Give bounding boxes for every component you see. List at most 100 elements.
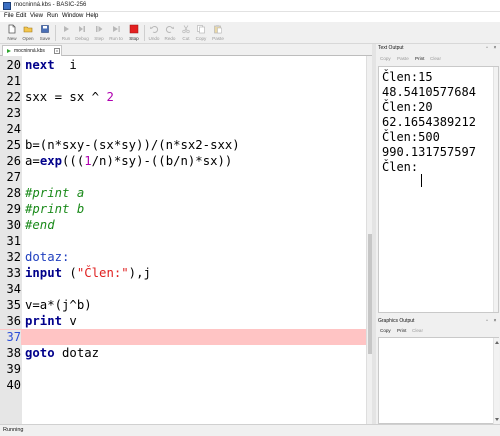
menu-edit[interactable]: Edit bbox=[16, 13, 26, 19]
new-file-icon bbox=[8, 24, 16, 34]
redo-icon bbox=[165, 25, 174, 33]
stop-button[interactable]: Stop bbox=[126, 23, 142, 43]
line-number: 29 bbox=[6, 202, 21, 216]
debug-icon bbox=[79, 26, 85, 32]
code-token: /n)*sy)-((b/n)*sx)) bbox=[91, 154, 233, 168]
graphics-output-clear[interactable]: Clear bbox=[412, 328, 423, 333]
menu-help[interactable]: Help bbox=[86, 13, 98, 19]
code-line[interactable]: 27 bbox=[0, 169, 366, 185]
panel-splitter[interactable] bbox=[372, 44, 376, 424]
graphics-output-title: Graphics Output bbox=[378, 318, 415, 324]
code-token: #print a bbox=[25, 186, 85, 200]
menu-window[interactable]: Window bbox=[62, 13, 83, 19]
line-number: 34 bbox=[6, 282, 21, 296]
code-line[interactable]: 20 next i bbox=[0, 57, 366, 73]
close-panel-icon[interactable]: × bbox=[492, 45, 498, 51]
paste-button[interactable]: Paste bbox=[210, 23, 226, 43]
output-line: Člen:15 bbox=[382, 70, 433, 84]
scroll-up-icon[interactable] bbox=[495, 341, 499, 344]
line-number: 24 bbox=[6, 122, 21, 136]
code-line[interactable]: 33 input ("Člen:"),j bbox=[0, 265, 366, 281]
line-number: 25 bbox=[6, 138, 21, 152]
text-output-paste[interactable]: Paste bbox=[397, 56, 409, 61]
menu-file[interactable]: File bbox=[4, 13, 14, 19]
text-output-clear[interactable]: Clear bbox=[430, 56, 441, 61]
graphics-output-scrollbar[interactable] bbox=[493, 338, 499, 424]
code-line[interactable]: 39 bbox=[0, 361, 366, 377]
text-cursor bbox=[421, 174, 422, 187]
code-line[interactable]: 22 sxx = sx ^ 2 bbox=[0, 89, 366, 105]
code-text: b=(n*sxy-(sx*sy))/(n*sx2-sxx) bbox=[25, 138, 240, 153]
graphics-output-area[interactable] bbox=[378, 337, 499, 424]
run-to-icon bbox=[113, 26, 120, 32]
text-output-area[interactable]: Člen:15 48.5410577684 Člen:20 62.1654389212… bbox=[378, 66, 499, 313]
code-text: #end bbox=[25, 218, 55, 233]
window-title: mocninná.kbs - BASIC-256 bbox=[14, 2, 87, 8]
save-disk-icon bbox=[41, 25, 49, 33]
current-line[interactable]: 37 bbox=[0, 329, 366, 345]
code-token: goto bbox=[25, 346, 55, 360]
menu-view[interactable]: View bbox=[30, 13, 43, 19]
output-line: 62.1654389212 bbox=[382, 115, 476, 129]
close-panel-icon[interactable]: × bbox=[492, 318, 498, 324]
code-token: dotaz: bbox=[25, 250, 70, 264]
code-line[interactable]: 24 bbox=[0, 121, 366, 137]
code-line[interactable]: 40 bbox=[0, 377, 366, 393]
code-line[interactable]: 31 bbox=[0, 233, 366, 249]
text-output-copy[interactable]: Copy bbox=[380, 56, 391, 61]
menu-run[interactable]: Run bbox=[47, 13, 58, 19]
graphics-output-toolbar: Copy Print Clear bbox=[376, 326, 500, 336]
scroll-down-icon[interactable] bbox=[495, 418, 499, 421]
code-text: v=a*(j^b) bbox=[25, 298, 92, 313]
output-line: 48.5410577684 bbox=[382, 85, 476, 99]
text-output-title: Text Output bbox=[378, 45, 404, 51]
code-token: #print b bbox=[25, 202, 85, 216]
close-icon[interactable]: x bbox=[54, 48, 60, 54]
text-output-header: Text Output ▫ × bbox=[376, 44, 500, 53]
graphics-output-copy[interactable]: Copy bbox=[380, 328, 391, 333]
code-line[interactable]: 29 #print b bbox=[0, 201, 366, 217]
stop-icon bbox=[129, 24, 139, 34]
undo-icon bbox=[150, 25, 159, 33]
code-line[interactable]: 25 b=(n*sxy-(sx*sy))/(n*sx2-sxx) bbox=[0, 137, 366, 153]
code-line[interactable]: 21 bbox=[0, 73, 366, 89]
line-number: 28 bbox=[6, 186, 21, 200]
code-editor[interactable]: 20 next i 21 22 sxx = sx ^ 2 23 24 25 b=(n*sxy-(… bbox=[0, 56, 372, 424]
line-number: 27 bbox=[6, 170, 21, 184]
code-token: ),j bbox=[128, 266, 151, 280]
code-text: #print b bbox=[25, 202, 84, 217]
status-text: Running bbox=[3, 427, 24, 433]
code-text: input ("Člen:"),j bbox=[25, 266, 151, 281]
code-line[interactable]: 35 v=a*(j^b) bbox=[0, 297, 366, 313]
float-panel-icon[interactable]: ▫ bbox=[484, 45, 490, 51]
code-token: #end bbox=[25, 218, 55, 232]
code-line[interactable]: 23 bbox=[0, 105, 366, 121]
tab-mocninna[interactable]: mocninná.kbs x bbox=[2, 45, 62, 56]
text-output-print[interactable]: Print bbox=[415, 56, 424, 61]
line-number: 36 bbox=[6, 314, 21, 328]
code-line[interactable]: 32 dotaz: bbox=[0, 249, 366, 265]
open-folder-icon bbox=[23, 26, 33, 33]
code-text: a=exp(((1/n)*sy)-((b/n)*sx)) bbox=[25, 154, 232, 169]
line-number: 22 bbox=[6, 90, 21, 104]
copy-icon bbox=[197, 25, 205, 34]
code-token: b=(n*sxy-(sx*sy))/(n*sx2-sxx) bbox=[25, 138, 240, 152]
code-text: goto dotaz bbox=[25, 346, 99, 361]
code-line[interactable]: 36 print v bbox=[0, 313, 366, 329]
line-number: 33 bbox=[6, 266, 21, 280]
title-bar: mocninná.kbs - BASIC-256 bbox=[0, 0, 500, 12]
float-panel-icon[interactable]: ▫ bbox=[484, 318, 490, 324]
code-line[interactable]: 38 goto dotaz bbox=[0, 345, 366, 361]
code-token: v=a*(j^b) bbox=[25, 298, 92, 312]
code-line[interactable]: 34 bbox=[0, 281, 366, 297]
graphics-output-print[interactable]: Print bbox=[397, 328, 406, 333]
code-text: next i bbox=[25, 58, 77, 73]
code-line[interactable]: 26 a=exp(((1/n)*sy)-((b/n)*sx)) bbox=[0, 153, 366, 169]
code-token: exp bbox=[39, 154, 63, 168]
text-output-scrollbar[interactable] bbox=[493, 67, 498, 312]
output-line: Člen:500 bbox=[382, 130, 440, 144]
code-line[interactable]: 30 #end bbox=[0, 217, 366, 233]
code-line[interactable]: 28 #print a bbox=[0, 185, 366, 201]
code-text: dotaz: bbox=[25, 250, 69, 265]
save-button[interactable]: Save bbox=[37, 23, 53, 43]
